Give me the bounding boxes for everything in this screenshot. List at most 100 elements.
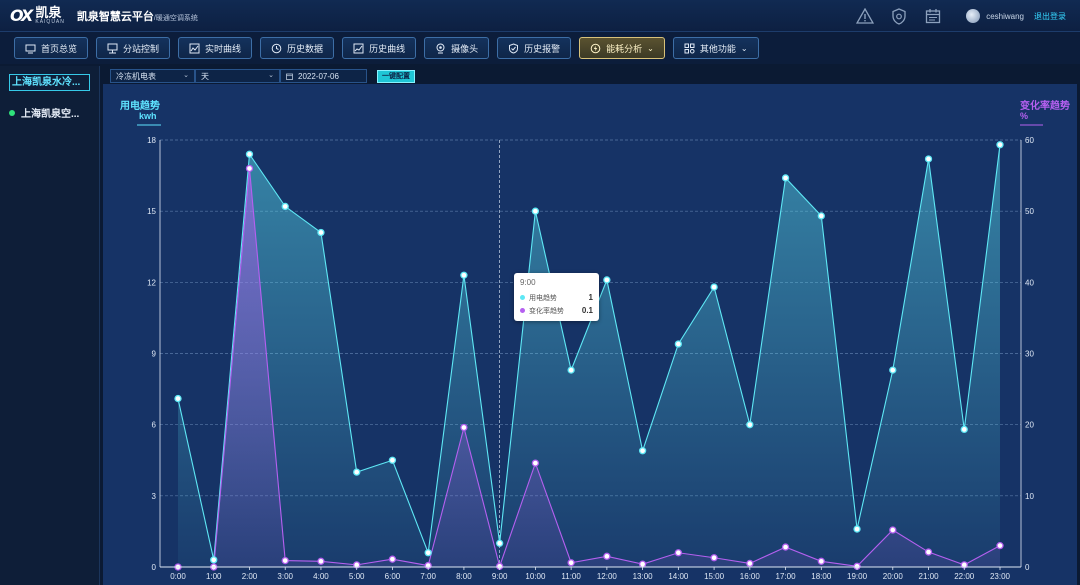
left-tick-label: 15 [147, 207, 156, 216]
power-usage-point[interactable] [674, 340, 682, 348]
x-tick-label: 17:00 [776, 572, 797, 581]
change-rate-point[interactable] [924, 548, 933, 556]
right-tick-label: 30 [1025, 350, 1034, 359]
power-usage-point[interactable] [531, 207, 540, 215]
nav-substation-control[interactable]: 分站控制 [96, 37, 171, 59]
x-tick-label: 15:00 [704, 572, 725, 581]
meter-select[interactable]: 冷冻机电表 ⌄ [110, 69, 195, 83]
app-title: 凯泉智慧云平台 /暖通空调系统 [76, 10, 198, 23]
sidebar: 上海凯泉水冷... 上海凯泉空... [0, 66, 100, 585]
chart-tooltip: 9:00 用电趋势 1 变化率趋势 0.1 [514, 273, 599, 321]
power-usage-point[interactable] [424, 549, 432, 557]
period-select[interactable]: 天 ⌄ [195, 69, 280, 83]
change-rate-point[interactable] [710, 554, 718, 562]
power-usage-point[interactable] [210, 556, 218, 564]
x-tick-label: 23:00 [990, 572, 1011, 581]
nav-other-functions[interactable]: 其他功能 ⌄ [672, 37, 759, 59]
power-usage-point[interactable] [817, 212, 825, 220]
logo-name-en: KAIQUAN [35, 19, 65, 25]
energy-chart[interactable]: 0 3 6 9 12 15 18 0 10 20 30 40 50 60 0:00 1:00 2:00 3:00 4… [103, 84, 1077, 585]
right-tick-label: 0 [1025, 563, 1030, 572]
username: ceshiwang [986, 11, 1024, 21]
x-tick-label: 19:00 [847, 572, 868, 581]
left-tick-label: 6 [152, 421, 157, 430]
warning-icon[interactable] [854, 5, 876, 27]
power-usage-point[interactable] [638, 447, 647, 455]
left-tick-label: 0 [152, 563, 157, 572]
power-usage-point[interactable] [281, 202, 289, 211]
logout-link[interactable]: 退出登录 [1034, 11, 1066, 22]
grid-icon [684, 43, 695, 54]
change-rate-point[interactable] [638, 560, 647, 568]
power-usage-point[interactable] [924, 155, 933, 163]
power-usage-point[interactable] [496, 539, 504, 547]
x-tick-label: 9:00 [492, 572, 508, 581]
shield-icon[interactable] [888, 5, 910, 27]
power-usage-point[interactable] [460, 271, 468, 279]
power-usage-point[interactable] [353, 468, 361, 476]
change-rate-point[interactable] [889, 526, 897, 534]
avatar-icon[interactable] [966, 9, 981, 23]
power-usage-point[interactable] [174, 394, 182, 403]
change-rate-point[interactable] [817, 557, 825, 565]
power-usage-point[interactable] [603, 276, 611, 284]
change-rate-point[interactable] [603, 552, 611, 560]
nav-history-curve[interactable]: 历史曲线 [342, 37, 417, 59]
left-tick-label: 18 [147, 136, 156, 145]
change-rate-point[interactable] [388, 555, 397, 563]
right-tick-label: 60 [1025, 136, 1034, 145]
power-usage-point[interactable] [746, 421, 754, 429]
power-usage-point[interactable] [388, 456, 397, 464]
sidebar-item-station[interactable]: 上海凯泉空... [9, 105, 99, 120]
x-tick-label: 1:00 [206, 572, 222, 581]
x-tick-label: 20:00 [883, 572, 904, 581]
calendar-icon[interactable] [922, 5, 944, 27]
power-usage-point[interactable] [889, 366, 897, 374]
x-tick-label: 14:00 [668, 572, 689, 581]
logo-name: 凯泉 [35, 5, 62, 20]
sidebar-selected-station[interactable]: 上海凯泉水冷... [9, 74, 90, 91]
power-usage-point[interactable] [960, 425, 968, 434]
change-rate-point[interactable] [567, 559, 575, 567]
chevron-down-icon: ⌄ [183, 72, 189, 79]
nav-camera[interactable]: 摄像头 [424, 37, 490, 59]
change-rate-point[interactable] [281, 556, 289, 565]
camera-icon [435, 43, 446, 54]
calendar-icon [286, 73, 293, 80]
change-rate-point[interactable] [317, 557, 325, 565]
date-picker[interactable]: 2022-07-06 [280, 69, 367, 83]
online-status-dot [9, 109, 15, 116]
change-rate-point[interactable] [460, 423, 468, 432]
change-rate-point[interactable] [674, 549, 682, 557]
chevron-down-icon: ⌄ [268, 72, 274, 79]
power-usage-point[interactable] [317, 228, 325, 237]
network-icon [107, 43, 118, 54]
x-tick-label: 21:00 [919, 572, 940, 581]
power-usage-point[interactable] [781, 174, 790, 182]
x-tick-label: 7:00 [420, 572, 436, 581]
nav-energy-analysis[interactable]: 能耗分析 ⌄ [579, 37, 665, 59]
nav-history-alarm[interactable]: 历史报警 [497, 37, 572, 59]
change-rate-point[interactable] [781, 543, 790, 551]
power-usage-point[interactable] [853, 525, 861, 533]
power-usage-point[interactable] [245, 150, 254, 158]
energy-chart-panel: 0 3 6 9 12 15 18 0 10 20 30 40 50 60 0:00 1:00 2:00 3:00 4… [103, 84, 1077, 585]
power-usage-point[interactable] [996, 141, 1004, 149]
change-rate-point[interactable] [531, 459, 540, 467]
x-tick-label: 5:00 [349, 572, 365, 581]
x-tick-label: 16:00 [740, 572, 761, 581]
nav-home-overview[interactable]: 首页总览 [14, 37, 89, 59]
x-tick-label: 18:00 [811, 572, 832, 581]
x-tick-label: 12:00 [597, 572, 618, 581]
change-rate-point[interactable] [746, 559, 754, 568]
nav-history-data[interactable]: 历史数据 [260, 37, 335, 59]
one-click-config-button[interactable]: 一键配置 [377, 69, 415, 83]
x-tick-label: 8:00 [456, 572, 472, 581]
change-rate-point[interactable] [996, 541, 1004, 550]
right-tick-label: 10 [1025, 492, 1034, 501]
nav-realtime-curve[interactable]: 实时曲线 [178, 37, 253, 59]
power-usage-point[interactable] [567, 366, 575, 374]
energy-icon [590, 43, 601, 54]
power-usage-point[interactable] [710, 283, 718, 291]
change-rate-point[interactable] [245, 164, 254, 173]
